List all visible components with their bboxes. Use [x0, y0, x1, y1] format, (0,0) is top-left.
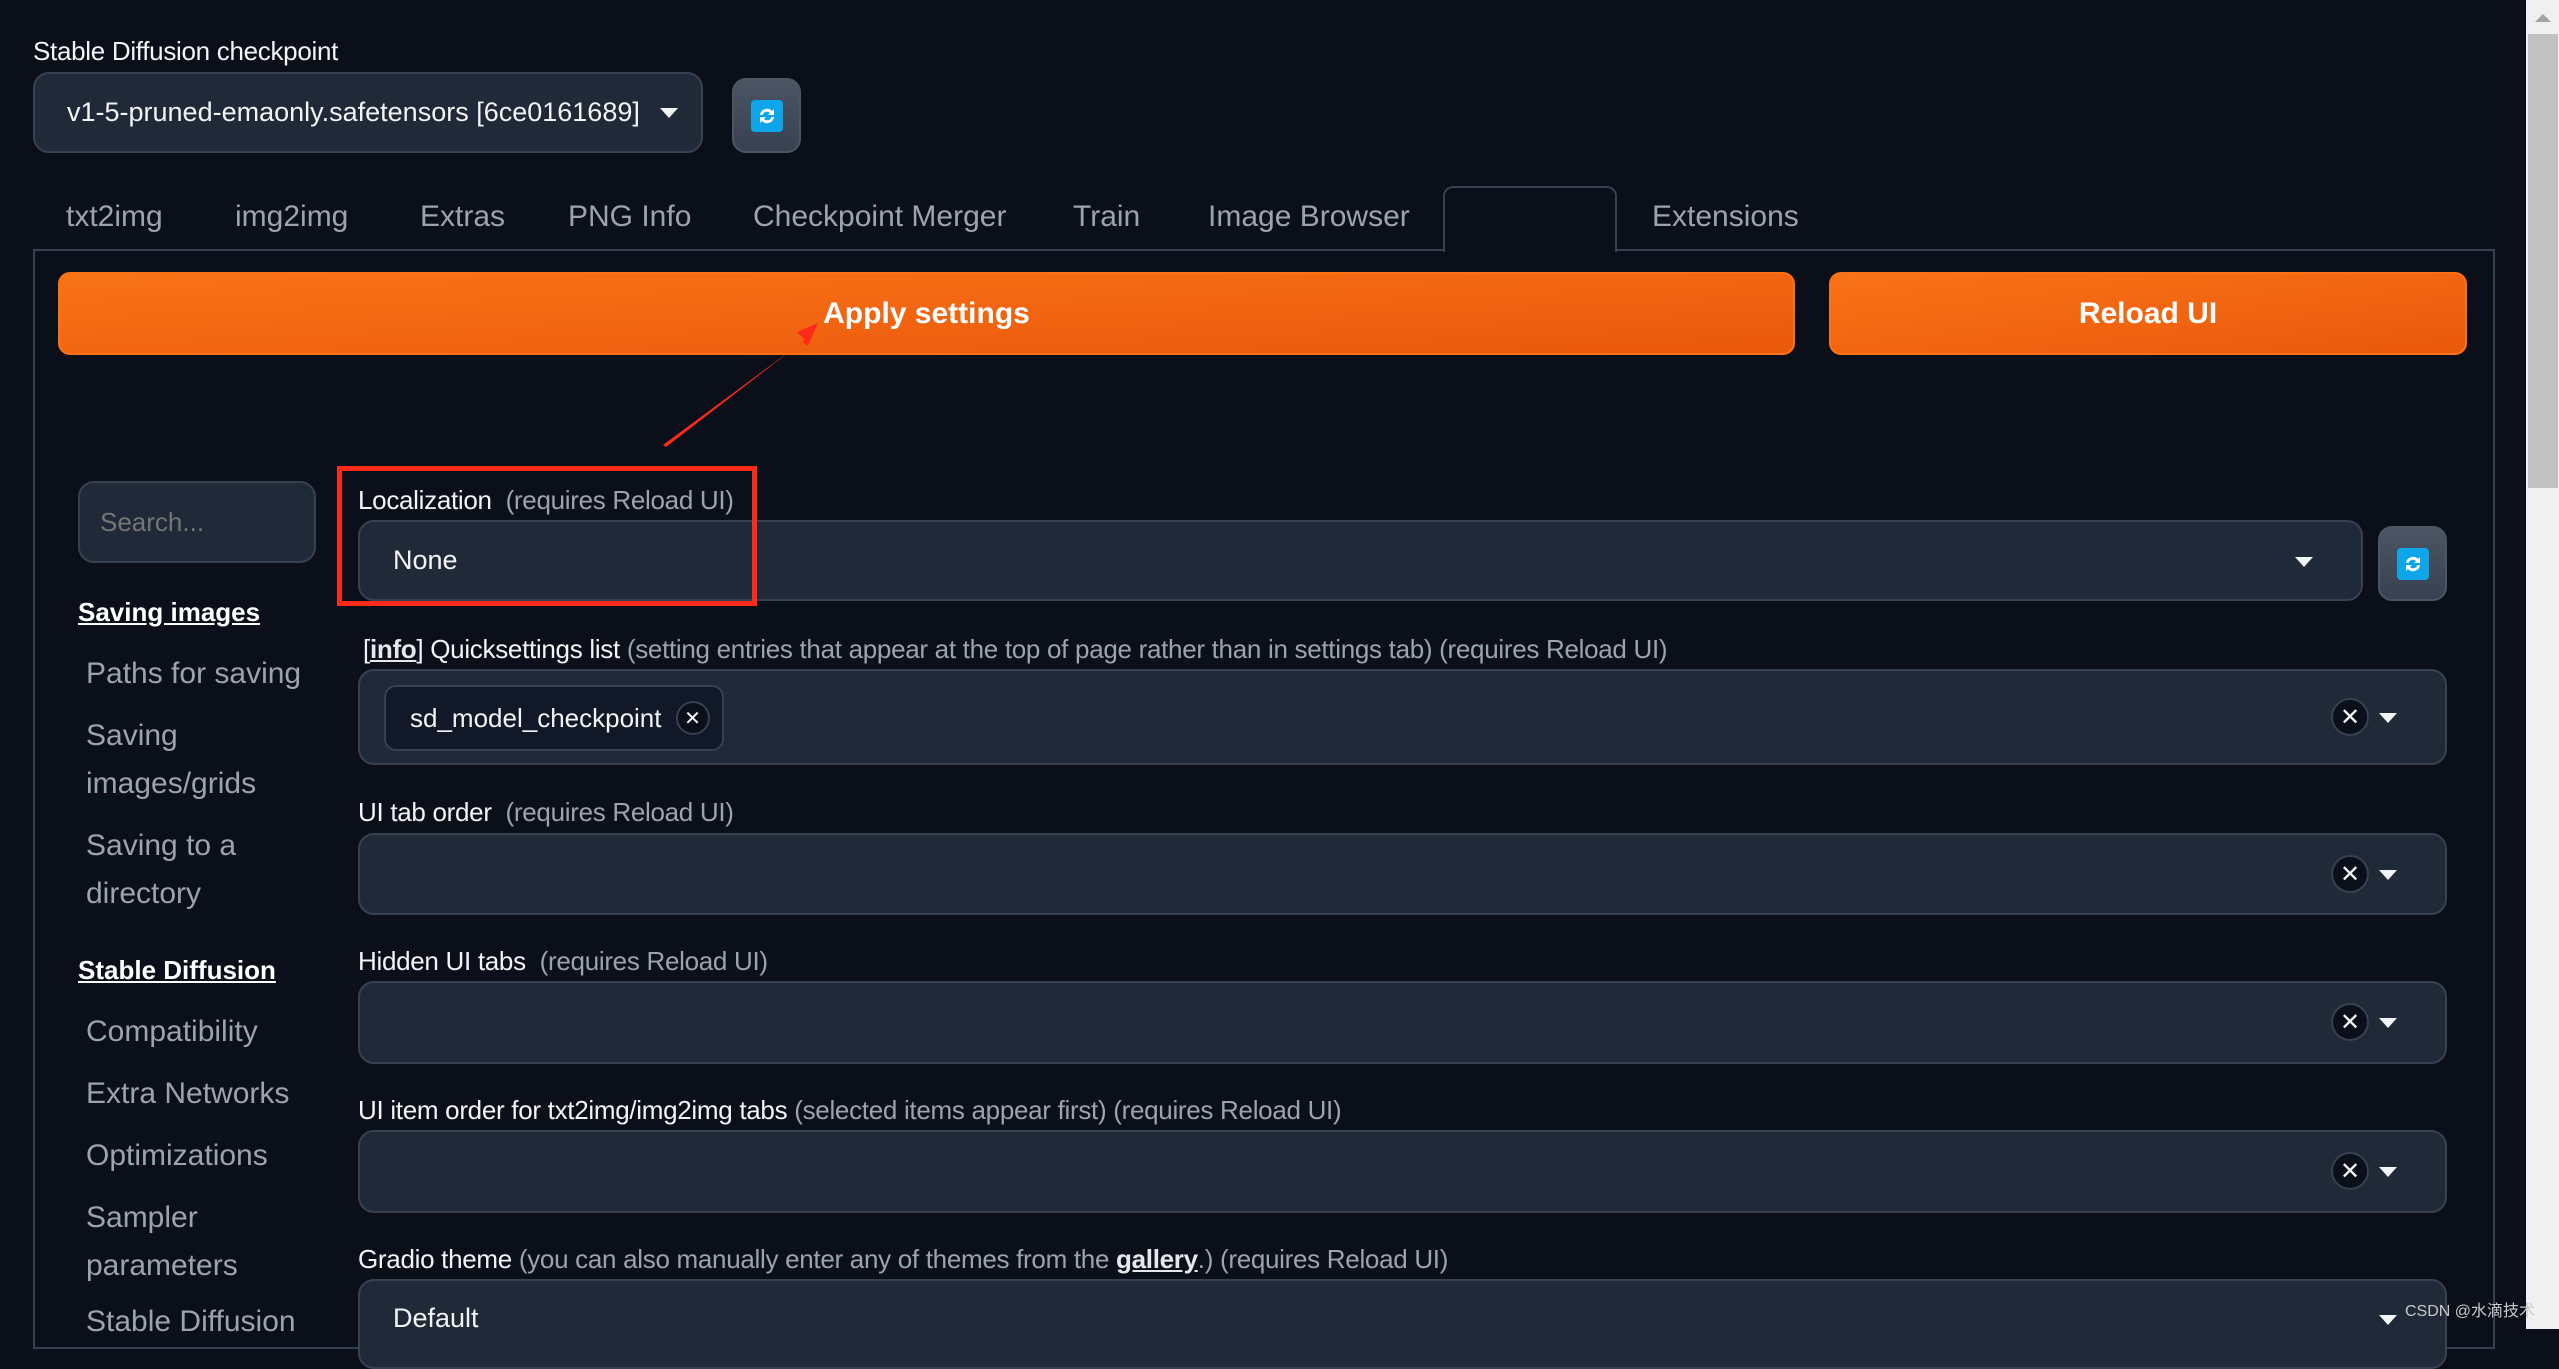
scrollbar-thumb[interactable]	[2528, 34, 2558, 488]
scroll-up-icon[interactable]	[2535, 14, 2551, 22]
annotation-arrow	[663, 323, 818, 447]
watermark: CSDN @水滴技术	[2405, 1303, 2536, 1320]
arrow-icon	[663, 323, 818, 447]
scrollbar[interactable]	[2526, 0, 2559, 1329]
